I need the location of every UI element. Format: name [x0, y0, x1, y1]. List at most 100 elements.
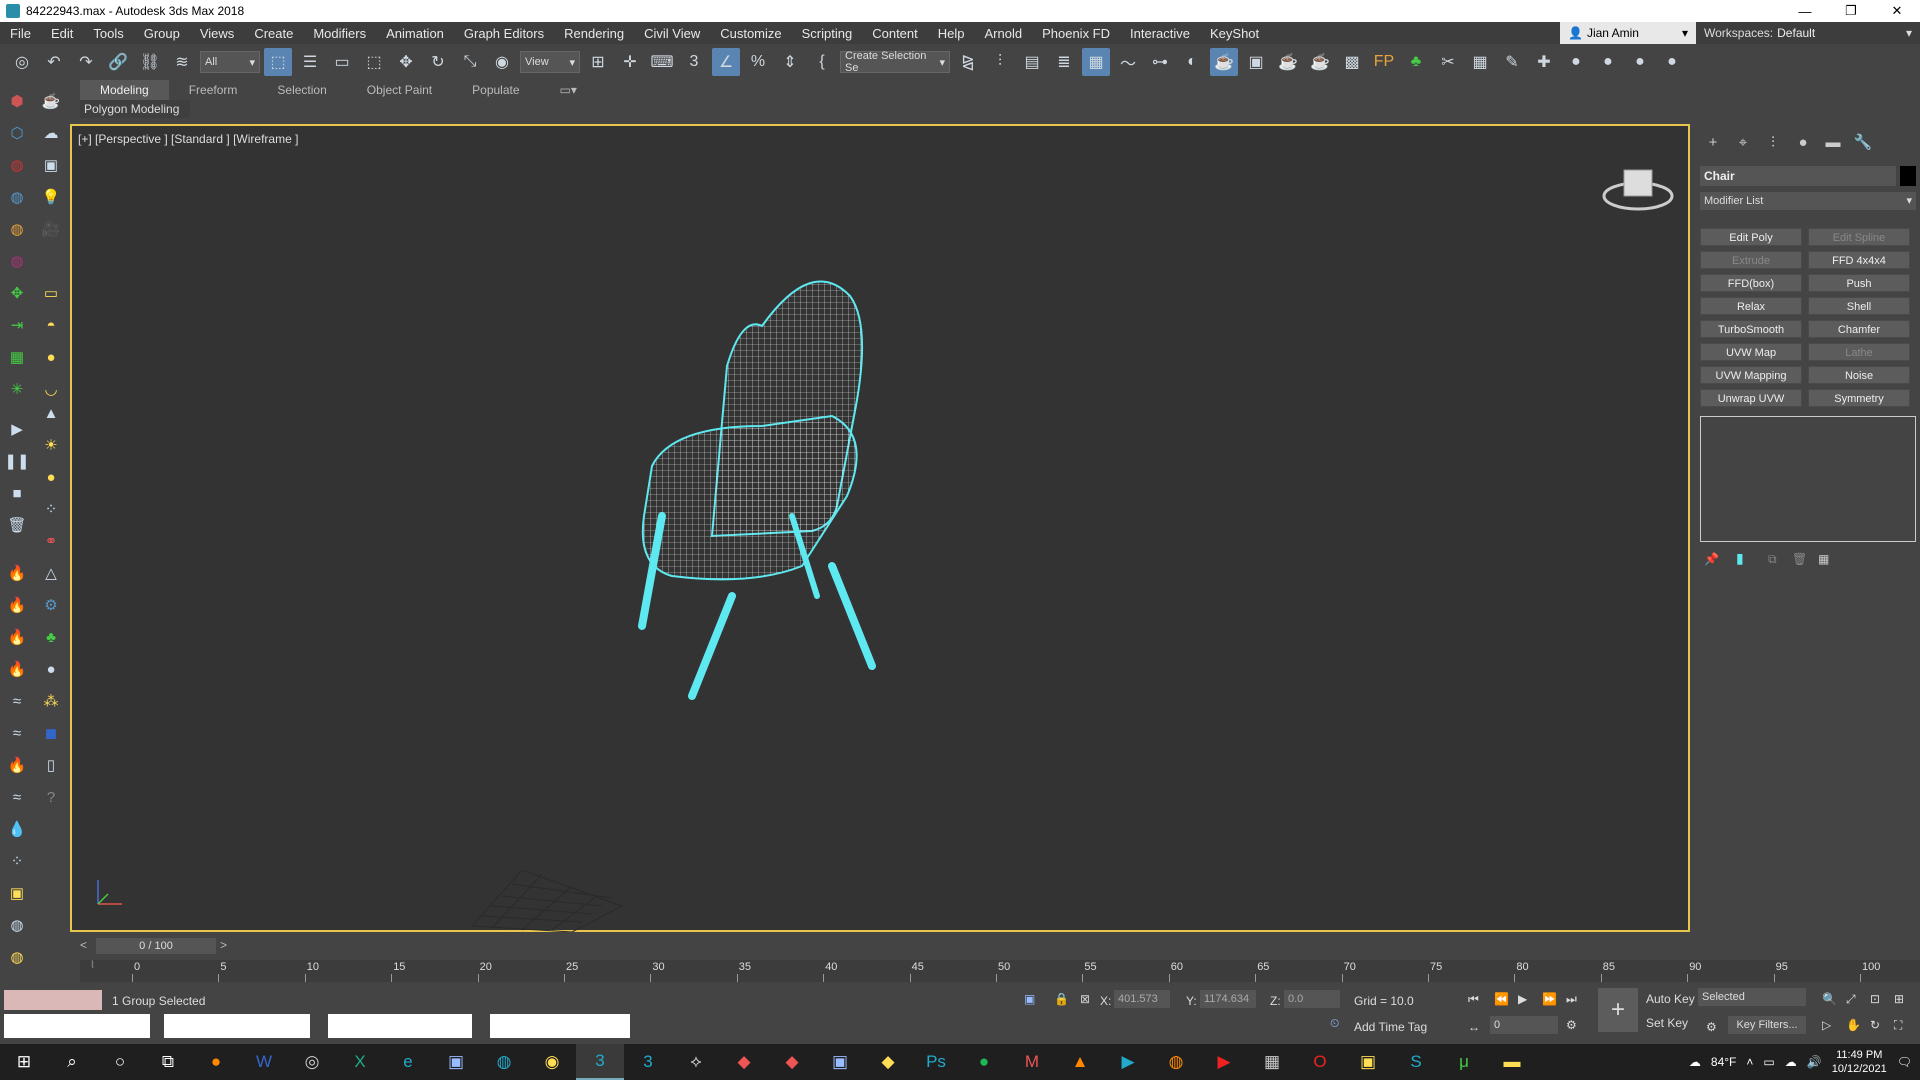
taskbar-preview-3[interactable]	[328, 1014, 472, 1038]
temperature[interactable]: 84°F	[1711, 1055, 1736, 1069]
fire-2-icon[interactable]: 🔥	[4, 592, 30, 618]
sphere-tool-3-icon[interactable]: ●	[1658, 48, 1686, 76]
roll-2-icon[interactable]: ◍	[4, 944, 30, 970]
tab-freeform[interactable]: Freeform	[169, 80, 258, 100]
sphere-tool-icon[interactable]: ●	[1594, 48, 1622, 76]
modifier-button-uvw-map[interactable]: UVW Map	[1700, 343, 1802, 361]
app-icon-6[interactable]: ◆	[720, 1044, 768, 1080]
notification-icon[interactable]: 🗨	[1897, 1055, 1912, 1069]
app-icon-13[interactable]: ▣	[1344, 1044, 1392, 1080]
minimize-button[interactable]: —	[1782, 4, 1828, 19]
modifier-button-shell[interactable]: Shell	[1808, 297, 1910, 315]
modifier-button-unwrap-uvw[interactable]: Unwrap UVW	[1700, 389, 1802, 407]
lights-icon[interactable]: ◍	[4, 152, 30, 178]
menu-phoenix-fd[interactable]: Phoenix FD	[1032, 26, 1120, 41]
utorrent-icon[interactable]: μ	[1440, 1044, 1488, 1080]
app-icon-9[interactable]: ◆	[864, 1044, 912, 1080]
next-key-icon[interactable]: ⏩	[1542, 992, 1557, 1006]
render-production-icon[interactable]: ☕	[1274, 48, 1302, 76]
spacewarps-icon[interactable]: ◍	[4, 248, 30, 274]
plant-icon[interactable]: ♣	[38, 624, 64, 650]
select-object-icon[interactable]: ⬚	[264, 48, 292, 76]
create-geometry-icon[interactable]: ⬢	[4, 88, 30, 114]
file-explorer-icon[interactable]: ▬	[1488, 1044, 1536, 1080]
viewport-label[interactable]: [+] [Perspective ] [Standard ] [Wirefram…	[78, 132, 298, 146]
cameras-icon[interactable]: ◍	[4, 184, 30, 210]
cube-icon[interactable]: ◼	[38, 720, 64, 746]
modifier-button-uvw-mapping-clear[interactable]: UVW Mapping Clear	[1700, 366, 1802, 400]
modifier-button-push[interactable]: Push	[1808, 274, 1910, 292]
arrow-icon[interactable]: ⇥	[4, 312, 30, 338]
isolate-icon[interactable]: ▣	[1024, 992, 1035, 1006]
menu-help[interactable]: Help	[928, 26, 975, 41]
cone-icon[interactable]: ▲	[38, 400, 64, 426]
menu-group[interactable]: Group	[134, 26, 190, 41]
menu-file[interactable]: File	[0, 26, 41, 41]
tray-chevron-icon[interactable]: ˄	[1746, 1055, 1753, 1069]
ribbon-options-icon[interactable]: ▭▾	[540, 80, 597, 100]
select-manipulate-icon[interactable]: ✛	[616, 48, 644, 76]
polygon-modeling-panel[interactable]: Polygon Modeling	[80, 100, 190, 118]
create-tab-icon[interactable]: +	[1700, 132, 1726, 152]
user-account[interactable]: 👤 Jian Amin ▾	[1560, 22, 1696, 44]
network-icon[interactable]: ▭	[1763, 1055, 1774, 1069]
balls-icon[interactable]: ⁂	[38, 688, 64, 714]
volume-icon[interactable]: 🔊	[1807, 1055, 1822, 1069]
camera-icon[interactable]: 🎥	[38, 216, 64, 242]
modifier-button-edit-spline[interactable]: Edit Spline	[1808, 228, 1910, 246]
curve-editor-icon[interactable]: 〜	[1114, 48, 1142, 76]
object-color-swatch[interactable]	[1900, 166, 1916, 186]
modifier-button-ffd-4x4x4[interactable]: FFD 4x4x4	[1808, 251, 1910, 269]
menu-scripting[interactable]: Scripting	[792, 26, 863, 41]
auto-key-button[interactable]: Auto Key	[1646, 992, 1695, 1006]
mirror-icon[interactable]: ⧎	[954, 48, 982, 76]
layer-explorer-icon[interactable]: ≣	[1050, 48, 1078, 76]
word-icon[interactable]: W	[240, 1044, 288, 1080]
selection-filter-dropdown[interactable]: All ▾	[200, 51, 260, 73]
menu-civil-view[interactable]: Civil View	[634, 26, 710, 41]
menu-create[interactable]: Create	[244, 26, 303, 41]
modifier-button-turbosmooth[interactable]: TurboSmooth	[1700, 320, 1802, 338]
fire-4-icon[interactable]: 🔥	[4, 656, 30, 682]
restore-button[interactable]: ❐	[1828, 3, 1874, 19]
select-by-name-icon[interactable]: ☰	[296, 48, 324, 76]
play-icon[interactable]: ▶	[1518, 992, 1527, 1006]
systems-icon[interactable]: ✥	[4, 280, 30, 306]
taskbar-preview-4[interactable]	[490, 1014, 630, 1038]
zoom-all-icon[interactable]: ⤢	[1846, 992, 1856, 1007]
angle-snap-icon[interactable]: ∠	[712, 48, 740, 76]
modifier-button-relax[interactable]: Relax	[1700, 297, 1802, 315]
dome-icon[interactable]: ◓	[38, 312, 64, 338]
pin-stack-icon[interactable]: 📌	[1704, 552, 1719, 566]
burst-icon[interactable]: ✳	[4, 376, 30, 402]
roll-icon[interactable]: ◍	[4, 912, 30, 938]
modifier-button-lathe[interactable]: Lathe	[1808, 343, 1910, 361]
calculator-icon[interactable]: ▦	[1248, 1044, 1296, 1080]
vertex-icon[interactable]: △	[38, 560, 64, 586]
motion-tab-icon[interactable]: ●	[1790, 132, 1816, 152]
reference-coordinate-dropdown[interactable]: View ▾	[520, 51, 580, 73]
water-icon[interactable]: 💧	[4, 816, 30, 842]
display-tab-icon[interactable]: ▬	[1820, 132, 1846, 152]
menu-rendering[interactable]: Rendering	[554, 26, 634, 41]
modifier-button-chamfer[interactable]: Chamfer	[1808, 320, 1910, 338]
teapot-icon[interactable]: ☕	[38, 88, 64, 114]
3dsmax-2-icon[interactable]: 3	[624, 1044, 672, 1080]
select-move-icon[interactable]: ✥	[392, 48, 420, 76]
render-setup-icon[interactable]: ☕	[1210, 48, 1238, 76]
dot-tool-icon[interactable]: ●	[1562, 48, 1590, 76]
field-of-view-icon[interactable]: ▷	[1822, 1018, 1831, 1032]
cortana-icon[interactable]: ○	[96, 1044, 144, 1080]
trash-icon[interactable]: 🗑	[4, 512, 30, 538]
table-icon[interactable]: ▦	[1466, 48, 1494, 76]
photoshop-icon[interactable]: Ps	[912, 1044, 960, 1080]
chair-wireframe[interactable]	[632, 266, 1052, 746]
modifier-button-noise[interactable]: Noise	[1808, 366, 1910, 384]
edit-named-selection-icon[interactable]: {	[808, 48, 836, 76]
chrome-icon[interactable]: ◉	[528, 1044, 576, 1080]
snaps-toggle-icon[interactable]: 3	[680, 48, 708, 76]
plus-tool-icon[interactable]: ✚	[1530, 48, 1558, 76]
menu-interactive[interactable]: Interactive	[1120, 26, 1200, 41]
tab-populate[interactable]: Populate	[452, 80, 539, 100]
render-iterative-icon[interactable]: ▩	[1338, 48, 1366, 76]
